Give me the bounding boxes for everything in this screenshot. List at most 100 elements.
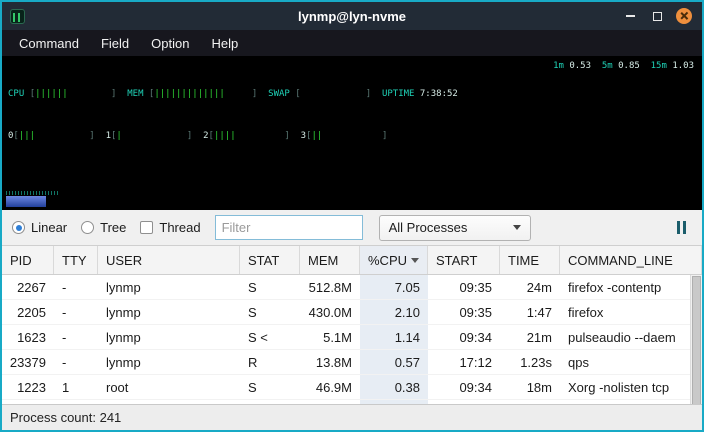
cell-cmd: firefox (560, 300, 690, 324)
tree-radio[interactable]: Tree (81, 220, 126, 235)
column-label: MEM (308, 253, 338, 268)
column-label: START (436, 253, 477, 268)
cell-mem: 427.3M (300, 400, 360, 404)
maximize-icon (653, 12, 662, 21)
linear-label: Linear (31, 220, 67, 235)
maximize-button[interactable] (649, 8, 665, 24)
menu-item-option[interactable]: Option (140, 30, 200, 56)
pause-icon (677, 221, 686, 234)
minimize-button[interactable] (622, 8, 638, 24)
cell-cpu: 2.10 (360, 300, 428, 324)
cell-pid: 1223 (2, 375, 54, 399)
cell-time: 1.23s (500, 350, 560, 374)
column-label: PID (10, 253, 32, 268)
app-window: lynmp@lyn-nvme CommandFieldOptionHelp CP… (0, 0, 704, 432)
monitor-line-1: CPU [|||||| ] MEM [||||||||||||| ] SWAP … (8, 87, 696, 101)
column-header-pid[interactable]: PID (2, 246, 54, 274)
process-row[interactable]: 2205-lynmpS430.0M2.1009:351:47firefox (2, 300, 690, 325)
cell-user: root (98, 375, 240, 399)
cell-time: 4.0m (500, 400, 560, 404)
cell-start: 09:34 (428, 375, 500, 399)
column-label: TTY (62, 253, 87, 268)
close-button[interactable] (676, 8, 692, 24)
cell-user: lynmp (98, 300, 240, 324)
chevron-down-icon (513, 225, 521, 230)
menu-item-field[interactable]: Field (90, 30, 140, 56)
cell-cpu: 0.38 (360, 375, 428, 399)
cell-tty: - (54, 350, 98, 374)
process-filter-value: All Processes (389, 220, 468, 235)
cell-time: 24m (500, 275, 560, 299)
process-row[interactable]: 1623-lynmpS <5.1M1.1409:3421mpulseaudio … (2, 325, 690, 350)
column-header-time[interactable]: TIME (500, 246, 560, 274)
sort-desc-icon (411, 258, 419, 263)
cell-stat: S (240, 300, 300, 324)
cell-cpu: 0.57 (360, 350, 428, 374)
column-header-start[interactable]: START (428, 246, 500, 274)
process-table: PID TTY USER STAT MEM %CPU START TIME COMMAND_LI… (2, 246, 702, 404)
cell-cmd: firefox -contentp (560, 400, 690, 404)
cell-pid: 1623 (2, 325, 54, 349)
cell-cmd: Xorg -nolisten tcp (560, 375, 690, 399)
cell-time: 1:47 (500, 300, 560, 324)
monitor-line-2: 0[||| ] 1[| ] 2[|||| ] 3[|| ] (8, 129, 696, 143)
cell-cpu: 1.14 (360, 325, 428, 349)
cell-mem: 13.8M (300, 350, 360, 374)
cell-cpu: 7.05 (360, 275, 428, 299)
filter-input[interactable] (215, 215, 363, 240)
column-label: COMMAND_LINE (568, 253, 673, 268)
vertical-scrollbar[interactable] (690, 275, 702, 404)
menu-item-help[interactable]: Help (200, 30, 249, 56)
process-count: Process count: 241 (10, 410, 121, 425)
column-header-mem[interactable]: MEM (300, 246, 360, 274)
cell-stat: S (240, 375, 300, 399)
statusbar: Process count: 241 (2, 404, 702, 430)
cell-tty: - (54, 275, 98, 299)
cell-pid: 2205 (2, 300, 54, 324)
thread-label: Thread (159, 220, 200, 235)
cell-start: 09:34 (428, 325, 500, 349)
app-icon (10, 9, 25, 24)
cell-user: lynmp (98, 400, 240, 404)
close-icon (680, 12, 687, 19)
window-title: lynmp@lyn-nvme (2, 9, 702, 24)
menu-item-command[interactable]: Command (8, 30, 90, 56)
cell-pid: 23379 (2, 350, 54, 374)
cell-user: lynmp (98, 325, 240, 349)
column-header-cpu[interactable]: %CPU (360, 246, 428, 274)
cell-time: 21m (500, 325, 560, 349)
column-label: STAT (248, 253, 279, 268)
linear-radio[interactable]: Linear (12, 220, 67, 235)
load-history-graph (6, 196, 46, 207)
cell-start: 09:35 (428, 275, 500, 299)
titlebar: lynmp@lyn-nvme (2, 2, 702, 30)
cell-start: 09:35 (428, 400, 500, 404)
menubar: CommandFieldOptionHelp (2, 30, 702, 56)
cell-user: lynmp (98, 350, 240, 374)
cell-pid: 2460 (2, 400, 54, 404)
pause-button[interactable] (671, 217, 692, 238)
thread-checkbox[interactable]: Thread (140, 220, 200, 235)
cell-cmd: qps (560, 350, 690, 374)
scrollbar-thumb[interactable] (692, 276, 701, 404)
cell-stat: R (240, 350, 300, 374)
cell-start: 17:12 (428, 350, 500, 374)
cell-tty: 1 (54, 375, 98, 399)
cell-stat: S (240, 400, 300, 404)
cell-tty: - (54, 300, 98, 324)
column-label: TIME (508, 253, 539, 268)
column-header-cmd[interactable]: COMMAND_LINE (560, 246, 702, 274)
column-header-tty[interactable]: TTY (54, 246, 98, 274)
column-header-user[interactable]: USER (98, 246, 240, 274)
process-row[interactable]: 12231rootS46.9M0.3809:3418mXorg -noliste… (2, 375, 690, 400)
radio-unselected-icon (81, 221, 94, 234)
monitor-load: 1m 0.53 5m 0.85 15m 1.03 (553, 59, 694, 73)
process-row[interactable]: 23379-lynmpR13.8M0.5717:121.23sqps (2, 350, 690, 375)
table-body: 2267-lynmpS512.8M7.0509:3524mfirefox -co… (2, 275, 702, 404)
cell-stat: S (240, 275, 300, 299)
history-ticks (6, 191, 58, 195)
process-row[interactable]: 2460-lynmpS427.3M0.1909:354.0mfirefox -c… (2, 400, 690, 404)
process-row[interactable]: 2267-lynmpS512.8M7.0509:3524mfirefox -co… (2, 275, 690, 300)
process-filter-select[interactable]: All Processes (379, 215, 531, 241)
column-header-stat[interactable]: STAT (240, 246, 300, 274)
